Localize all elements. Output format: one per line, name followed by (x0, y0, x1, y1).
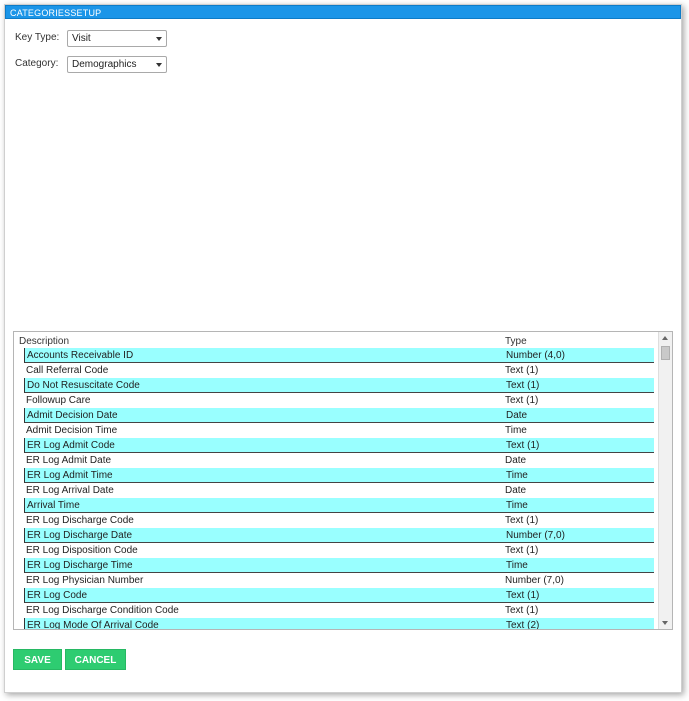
row-type: Text (2) (506, 620, 540, 629)
table-row[interactable]: ER Log Discharge Date Number (7,0) (24, 528, 654, 543)
grid-header: Description Type (14, 332, 658, 348)
table-row[interactable]: ER Log Physician Number Number (7,0) (24, 573, 654, 588)
grid-body: Accounts Receivable ID Number (4,0) Call R… (24, 348, 654, 629)
row-type: Number (4,0) (506, 350, 565, 361)
row-type: Text (1) (506, 590, 540, 601)
chevron-down-icon (156, 37, 162, 41)
table-row[interactable]: ER Log Arrival Date Date (24, 483, 654, 498)
row-type: Date (506, 410, 528, 421)
table-row[interactable]: ER Log Code Text (1) (24, 588, 654, 603)
row-description: ER Log Discharge Condition Code (26, 605, 179, 616)
row-type: Text (1) (506, 440, 540, 451)
row-type: Date (505, 455, 527, 466)
chevron-down-icon (156, 63, 162, 67)
row-type: Text (1) (506, 380, 540, 391)
row-description: ER Log Discharge Code (26, 515, 134, 526)
save-button[interactable]: SAVE (13, 649, 62, 670)
row-description: ER Log Discharge Time (27, 560, 133, 571)
column-header-description[interactable]: Description (19, 336, 69, 347)
row-type: Text (1) (505, 365, 539, 376)
row-description: Do Not Resuscitate Code (27, 380, 140, 391)
table-row[interactable]: Admit Decision Date Date (24, 408, 654, 423)
row-description: ER Log Mode Of Arrival Code (27, 620, 159, 629)
row-description: Admit Decision Time (26, 425, 118, 436)
category-value: Demographics (72, 59, 137, 70)
row-description: ER Log Arrival Date (26, 485, 114, 496)
key-type-select[interactable]: Visit (67, 30, 167, 47)
row-description: ER Log Physician Number (26, 575, 144, 586)
row-type: Time (506, 560, 528, 571)
table-row[interactable]: Call Referral Code Text (1) (24, 363, 654, 378)
table-row[interactable]: ER Log Mode Of Arrival Code Text (2) (24, 618, 654, 629)
dialog-title: CATEGORIESSETUP (5, 5, 681, 19)
categories-setup-dialog: CATEGORIESSETUP Key Type: Visit Category… (4, 4, 682, 693)
row-description: ER Log Discharge Date (27, 530, 133, 541)
table-row[interactable]: ER Log Admit Date Date (24, 453, 654, 468)
row-type: Text (1) (505, 515, 539, 526)
row-description: Accounts Receivable ID (27, 350, 134, 361)
row-type: Date (505, 485, 527, 496)
row-type: Text (1) (505, 395, 539, 406)
scroll-thumb[interactable] (661, 346, 670, 360)
scroll-up-icon[interactable] (662, 336, 668, 340)
cancel-button[interactable]: CANCEL (65, 649, 126, 670)
table-row[interactable]: ER Log Discharge Code Text (1) (24, 513, 654, 528)
row-type: Number (7,0) (506, 530, 565, 541)
table-row[interactable]: ER Log Disposition Code Text (1) (24, 543, 654, 558)
category-label: Category: (15, 58, 59, 69)
scroll-down-icon[interactable] (662, 621, 668, 625)
column-header-type[interactable]: Type (505, 336, 527, 347)
row-type: Time (505, 425, 527, 436)
table-row[interactable]: Do Not Resuscitate Code Text (1) (24, 378, 654, 393)
key-type-label: Key Type: (15, 32, 60, 43)
row-type: Time (506, 470, 528, 481)
key-type-value: Visit (72, 33, 91, 44)
row-description: ER Log Disposition Code (26, 545, 138, 556)
row-description: ER Log Admit Code (27, 440, 115, 451)
row-type: Time (506, 500, 528, 511)
row-description: Arrival Time (27, 500, 80, 511)
row-description: ER Log Admit Date (26, 455, 112, 466)
table-row[interactable]: ER Log Admit Time Time (24, 468, 654, 483)
row-description: ER Log Code (27, 590, 88, 601)
row-type: Number (7,0) (505, 575, 564, 586)
table-row[interactable]: Accounts Receivable ID Number (4,0) (24, 348, 654, 363)
row-description: Call Referral Code (26, 365, 109, 376)
row-type: Text (1) (505, 605, 539, 616)
table-row[interactable]: Followup Care Text (1) (24, 393, 654, 408)
fields-grid: Description Type Accounts Receivable ID N… (13, 331, 673, 630)
table-row[interactable]: Arrival Time Time (24, 498, 654, 513)
row-type: Text (1) (505, 545, 539, 556)
vertical-scrollbar[interactable] (658, 332, 672, 629)
row-description: Admit Decision Date (27, 410, 118, 421)
table-row[interactable]: Admit Decision Time Time (24, 423, 654, 438)
row-description: ER Log Admit Time (27, 470, 113, 481)
table-row[interactable]: ER Log Discharge Condition Code Text (1) (24, 603, 654, 618)
table-row[interactable]: ER Log Discharge Time Time (24, 558, 654, 573)
category-select[interactable]: Demographics (67, 56, 167, 73)
row-description: Followup Care (26, 395, 91, 406)
table-row[interactable]: ER Log Admit Code Text (1) (24, 438, 654, 453)
